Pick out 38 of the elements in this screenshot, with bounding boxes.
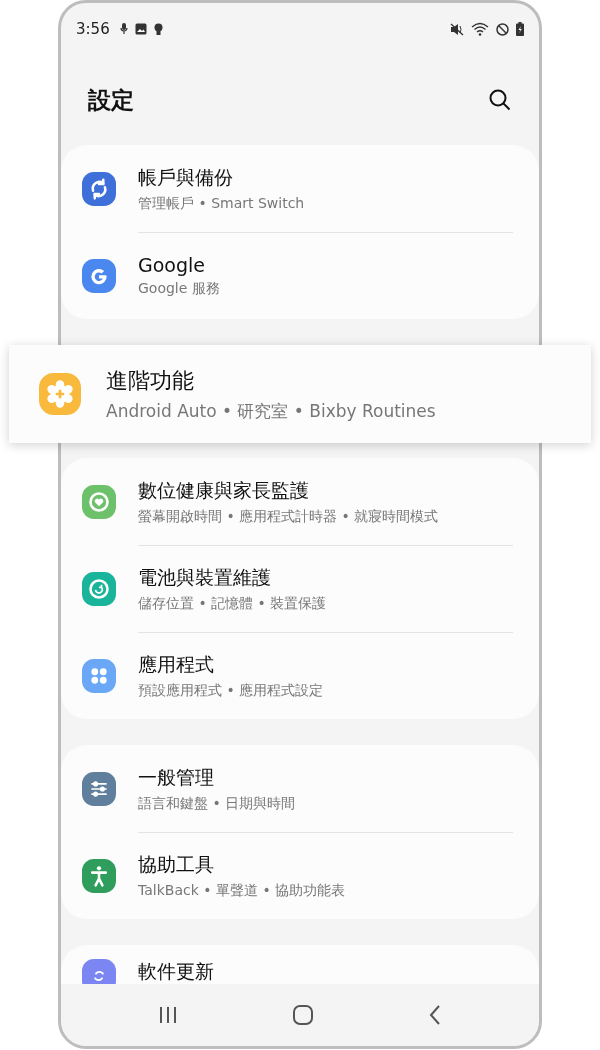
item-subtitle: 管理帳戶 • Smart Switch — [138, 194, 306, 213]
item-subtitle: TalkBack • 單聲道 • 協助功能表 — [138, 882, 347, 900]
settings-item[interactable]: 電池與裝置維護 儲存位置 • 記憶體 • 裝置保護 — [82, 545, 513, 632]
item-title: 數位健康與家長監護 — [138, 477, 310, 503]
item-title: 協助工具 — [138, 852, 215, 877]
item-title: 帳戶與備份 — [138, 164, 234, 190]
status-time: 3:56 — [76, 20, 110, 38]
battery-icon — [516, 22, 524, 36]
settings-item[interactable]: 協助工具 TalkBack • 單聲道 • 協助功能表 — [82, 832, 513, 919]
settings-item[interactable]: 帳戶與備份 管理帳戶 • Smart Switch — [82, 145, 513, 232]
mute-icon — [450, 22, 464, 36]
settings-item[interactable]: Google Google 服務 — [82, 232, 513, 319]
recent-apps-icon[interactable] — [158, 1006, 178, 1024]
settings-item[interactable]: 一般管理 語言和鍵盤 • 日期與時間 — [82, 745, 513, 832]
settings-item[interactable]: 應用程式 預設應用程式 • 應用程式設定 — [82, 632, 513, 719]
item-subtitle: 預設應用程式 • 應用程式設定 — [138, 682, 325, 700]
wifi-icon — [471, 22, 489, 36]
home-icon[interactable] — [292, 1004, 314, 1026]
settings-item[interactable]: 進階功能 Android Auto • 研究室 • Bixby Routines — [39, 345, 561, 443]
item-subtitle: Android Auto • 研究室 • Bixby Routines — [106, 399, 437, 423]
item-subtitle: 語言和鍵盤 • 日期與時間 — [138, 794, 297, 813]
bulb-icon — [153, 22, 163, 36]
search-icon[interactable] — [488, 88, 512, 112]
item-title: 一般管理 — [138, 764, 215, 790]
mic-icon — [119, 23, 128, 35]
image-icon — [134, 23, 147, 35]
page-title: 設定 — [88, 85, 134, 115]
item-subtitle: 螢幕開啟時間 • 應用程式計時器 • 就寢時間模式 — [138, 507, 440, 526]
item-title: 軟件更新 — [138, 959, 215, 984]
item-subtitle: 儲存位置 • 記憶體 • 裝置保護 — [138, 595, 328, 613]
item-title: 應用程式 — [138, 652, 215, 677]
item-title: 進階功能 — [106, 366, 195, 395]
settings-item[interactable]: 數位健康與家長監護 螢幕開啟時間 • 應用程式計時器 • 就寢時間模式 — [82, 458, 513, 545]
item-title: 電池與裝置維護 — [138, 565, 272, 590]
item-title: Google — [138, 254, 206, 276]
item-subtitle: Google 服務 — [138, 280, 221, 298]
back-icon[interactable] — [428, 1004, 442, 1026]
blocked-icon — [496, 22, 509, 36]
